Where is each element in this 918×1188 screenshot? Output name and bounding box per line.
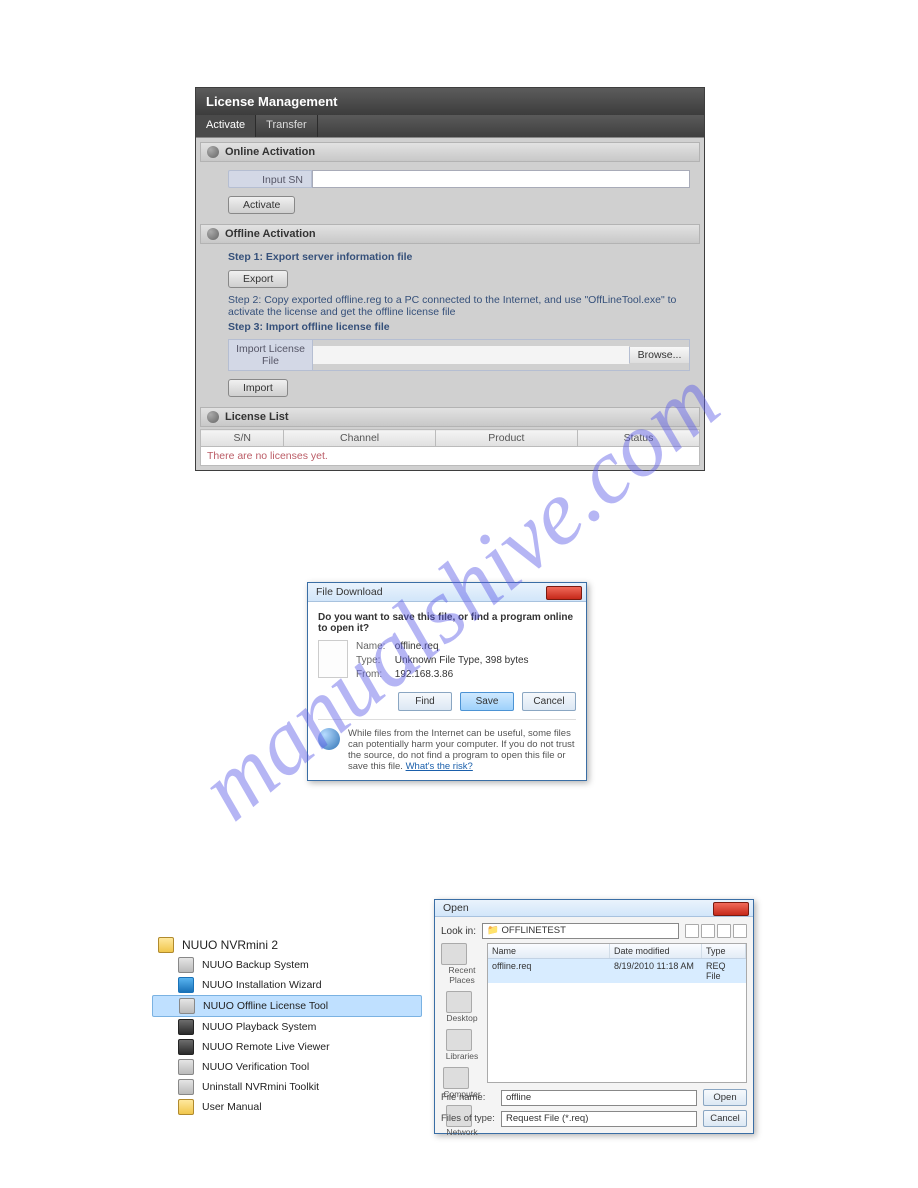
download-question: Do you want to save this file, or find a…: [318, 612, 576, 634]
filter-dropdown[interactable]: Request File (*.req): [501, 1111, 697, 1127]
filter-label: Files of type:: [441, 1113, 495, 1124]
step1-text: Step 1: Export server information file: [228, 251, 690, 263]
app-icon: [178, 977, 194, 993]
menu-label: NUUO Verification Tool: [202, 1061, 309, 1073]
menu-item-offline-license[interactable]: NUUO Offline License Tool: [152, 995, 422, 1017]
browse-button[interactable]: Browse...: [629, 347, 689, 363]
tab-activate[interactable]: Activate: [196, 115, 256, 137]
export-button[interactable]: Export: [228, 270, 288, 288]
dialog-title-text: Open: [443, 902, 469, 914]
chevron-icon: [207, 228, 219, 240]
start-menu-list: NUUO NVRmini 2 NUUO Backup System NUUO I…: [152, 935, 422, 1117]
desktop-icon[interactable]: [446, 991, 472, 1013]
file-icon: [318, 640, 348, 678]
col-date[interactable]: Date modified: [610, 944, 702, 958]
menu-item-user-manual[interactable]: User Manual: [152, 1097, 422, 1117]
cancel-button[interactable]: Cancel: [703, 1110, 747, 1127]
nav-icons: [685, 924, 747, 938]
col-channel[interactable]: Channel: [284, 430, 435, 447]
step3-text: Step 3: Import offline license file: [228, 321, 690, 333]
menu-label: NUUO Playback System: [202, 1021, 316, 1033]
risk-link[interactable]: What's the risk?: [406, 761, 473, 772]
open-dialog: Open Look in: 📁 OFFLINETEST Recent Place…: [434, 899, 754, 1134]
dialog-title-text: File Download: [316, 586, 383, 598]
menu-item-remote-viewer[interactable]: NUUO Remote Live Viewer: [152, 1037, 422, 1057]
app-icon: [178, 957, 194, 973]
shield-icon: [318, 728, 340, 750]
places-bar: Recent Places Desktop Libraries Computer…: [441, 943, 483, 1083]
col-type[interactable]: Type: [702, 944, 746, 958]
recent-places-icon[interactable]: [441, 943, 467, 965]
close-icon[interactable]: [546, 586, 582, 600]
menu-label: NUUO Offline License Tool: [203, 1000, 328, 1012]
menu-item-playback[interactable]: NUUO Playback System: [152, 1017, 422, 1037]
panel-title: License Management: [196, 88, 704, 115]
section-license-list[interactable]: License List: [200, 407, 700, 427]
open-dialog-title: Open: [435, 900, 753, 917]
menu-item-verification[interactable]: NUUO Verification Tool: [152, 1057, 422, 1077]
section-label: Online Activation: [225, 146, 315, 158]
import-label: Import License File: [229, 340, 313, 370]
app-icon: [178, 1059, 194, 1075]
import-path-input[interactable]: [313, 346, 629, 364]
col-status[interactable]: Status: [577, 430, 699, 447]
col-name[interactable]: Name: [488, 944, 610, 958]
close-icon[interactable]: [713, 902, 749, 916]
step2-text: Step 2: Copy exported offline.reg to a P…: [228, 294, 690, 318]
sn-input[interactable]: [312, 170, 690, 188]
warning-text: While files from the Internet can be use…: [348, 728, 576, 772]
menu-item-backup[interactable]: NUUO Backup System: [152, 955, 422, 975]
lookin-label: Look in:: [441, 926, 476, 937]
file-list[interactable]: Name Date modified Type offline.req 8/19…: [487, 943, 747, 1083]
import-button[interactable]: Import: [228, 379, 288, 397]
menu-label: Uninstall NVRmini Toolkit: [202, 1081, 319, 1093]
menu-label: NUUO NVRmini 2: [182, 938, 278, 952]
file-meta: Name: offline.req Type: Unknown File Typ…: [356, 640, 529, 682]
filename-label: File name:: [441, 1092, 495, 1103]
license-management-panel: License Management Activate Transfer Onl…: [195, 87, 705, 471]
section-offline-activation[interactable]: Offline Activation: [200, 224, 700, 244]
folder-icon: [158, 937, 174, 953]
license-table: S/N Channel Product Status: [200, 429, 700, 447]
menu-root[interactable]: NUUO NVRmini 2: [152, 935, 422, 955]
app-icon: [178, 1019, 194, 1035]
newfolder-icon[interactable]: [717, 924, 731, 938]
tab-bar: Activate Transfer: [196, 115, 704, 137]
col-sn[interactable]: S/N: [201, 430, 284, 447]
views-icon[interactable]: [733, 924, 747, 938]
section-online-activation[interactable]: Online Activation: [200, 142, 700, 162]
col-product[interactable]: Product: [435, 430, 577, 447]
chevron-icon: [207, 411, 219, 423]
app-icon: [178, 1079, 194, 1095]
menu-item-install-wizard[interactable]: NUUO Installation Wizard: [152, 975, 422, 995]
sn-label: Input SN: [228, 170, 312, 188]
libraries-icon[interactable]: [446, 1029, 472, 1051]
up-icon[interactable]: [701, 924, 715, 938]
cancel-button[interactable]: Cancel: [522, 692, 576, 711]
app-icon: [179, 998, 195, 1014]
menu-label: NUUO Backup System: [202, 959, 309, 971]
computer-icon[interactable]: [443, 1067, 469, 1089]
tab-transfer[interactable]: Transfer: [256, 115, 318, 137]
save-button[interactable]: Save: [460, 692, 514, 711]
section-label: Offline Activation: [225, 228, 316, 240]
open-button[interactable]: Open: [703, 1089, 747, 1106]
folder-icon: [178, 1099, 194, 1115]
app-icon: [178, 1039, 194, 1055]
lookin-dropdown[interactable]: 📁 OFFLINETEST: [482, 923, 679, 939]
menu-label: NUUO Installation Wizard: [202, 979, 322, 991]
find-button[interactable]: Find: [398, 692, 452, 711]
chevron-icon: [207, 146, 219, 158]
empty-license-text: There are no licenses yet.: [200, 447, 700, 466]
back-icon[interactable]: [685, 924, 699, 938]
activate-button[interactable]: Activate: [228, 196, 295, 214]
section-label: License List: [225, 411, 289, 423]
menu-item-uninstall[interactable]: Uninstall NVRmini Toolkit: [152, 1077, 422, 1097]
menu-label: User Manual: [202, 1101, 262, 1113]
file-row[interactable]: offline.req 8/19/2010 11:18 AM REQ File: [488, 959, 746, 983]
menu-label: NUUO Remote Live Viewer: [202, 1041, 330, 1053]
dialog-title: File Download: [308, 583, 586, 602]
filename-input[interactable]: offline: [501, 1090, 697, 1106]
file-download-dialog: File Download Do you want to save this f…: [307, 582, 587, 781]
